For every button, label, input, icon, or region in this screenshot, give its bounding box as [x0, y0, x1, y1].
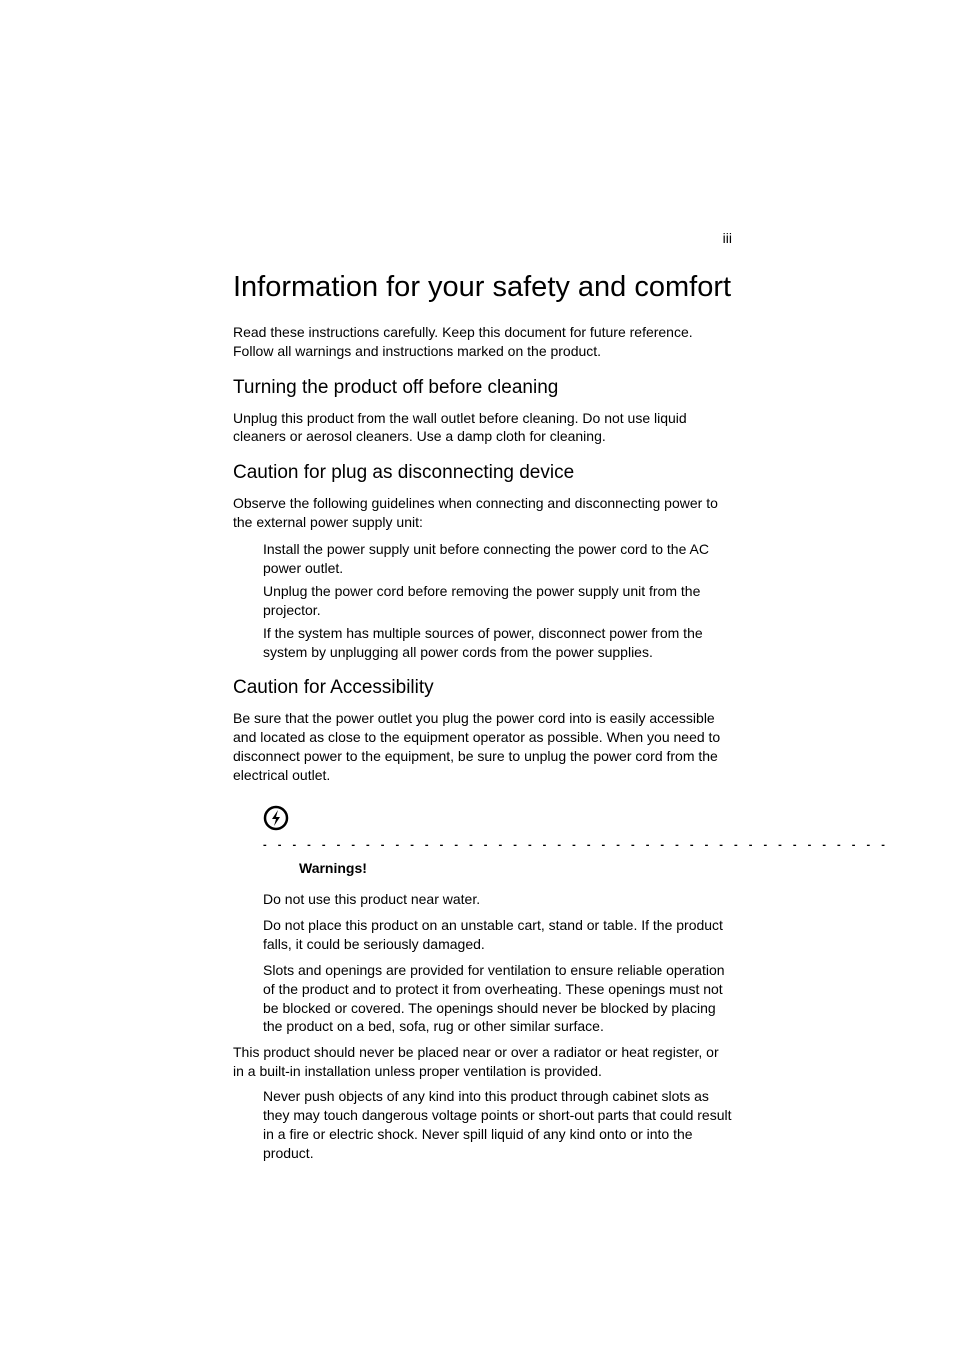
list-item: Slots and openings are provided for vent… [263, 961, 733, 1037]
section-body-cleaning: Unplug this product from the wall outlet… [233, 409, 733, 447]
intro-paragraph: Read these instructions carefully. Keep … [233, 323, 733, 361]
section-heading-accessibility: Caution for Accessibility [233, 677, 733, 699]
list-item: Install the power supply unit before con… [263, 540, 733, 578]
dashed-separator: - - - - - - - - - - - - - - - - - - - - … [263, 839, 889, 851]
warnings-list: Do not use this product near water. Do n… [263, 890, 733, 1036]
section-heading-plug: Caution for plug as disconnecting device [233, 462, 733, 484]
warning-block: - - - - - - - - - - - - - - - - - - - - … [263, 805, 733, 876]
section-body-plug: Observe the following guidelines when co… [233, 494, 733, 532]
list-item: If the system has multiple sources of po… [263, 624, 733, 662]
section-heading-cleaning: Turning the product off before cleaning [233, 377, 733, 399]
final-list: Never push objects of any kind into this… [263, 1087, 733, 1163]
document-content: Information for your safety and comfort … [233, 270, 733, 1170]
list-item: Unplug the power cord before removing th… [263, 582, 733, 620]
lightning-bolt-icon [263, 805, 289, 836]
plug-guidelines-list: Install the power supply unit before con… [263, 540, 733, 661]
warnings-label: Warnings! [299, 860, 733, 876]
page-number: iii [723, 230, 732, 246]
after-warnings-paragraph: This product should never be placed near… [233, 1043, 733, 1081]
list-item: Never push objects of any kind into this… [263, 1087, 733, 1163]
page-title: Information for your safety and comfort [233, 270, 733, 305]
list-item: Do not place this product on an unstable… [263, 916, 733, 954]
section-body-accessibility: Be sure that the power outlet you plug t… [233, 709, 733, 785]
list-item: Do not use this product near water. [263, 890, 733, 909]
